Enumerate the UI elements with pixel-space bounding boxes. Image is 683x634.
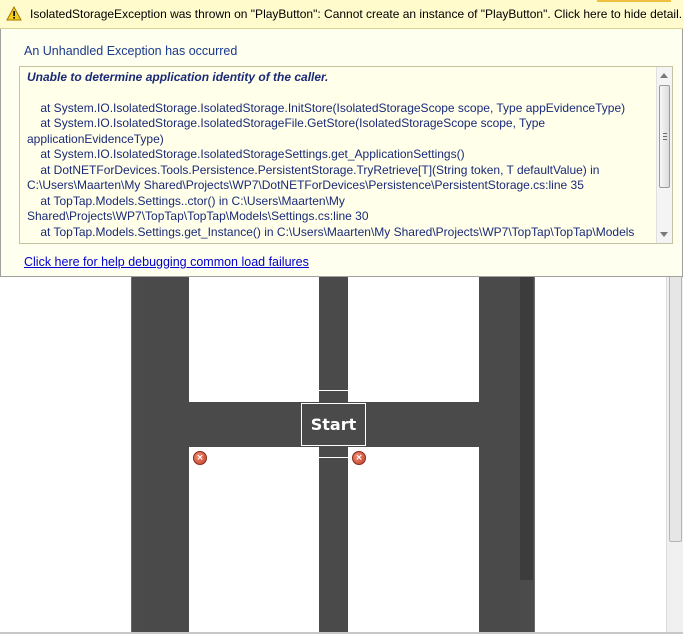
exception-infobar[interactable]: IsolatedStorageException was thrown on "… (0, 0, 683, 29)
tile-bottom-left[interactable] (189, 447, 319, 634)
start-button[interactable]: Start (301, 403, 366, 446)
grip-icon (663, 139, 667, 140)
tile-bottom-right[interactable] (348, 447, 479, 634)
trace-line: at System.IO.IsolatedStorage.IsolatedSto… (27, 100, 626, 115)
divider-top-left (319, 390, 348, 391)
grip-icon (663, 136, 667, 137)
detail-scrollbar[interactable] (656, 67, 672, 243)
trace-line: at System.IO.IsolatedStorage.IsolatedSto… (27, 147, 465, 161)
divider-bottom (319, 457, 348, 458)
exception-heading: An Unhandled Exception has occurred (24, 44, 238, 58)
grip-icon (663, 133, 667, 134)
trace-line: at TopTap.Models.Settings..ctor() in C:\… (27, 193, 369, 224)
phone-edge (520, 250, 533, 580)
delete-icon[interactable]: × (193, 451, 207, 465)
stack-trace: Unable to determine application identity… (27, 70, 653, 240)
scroll-up-icon[interactable] (660, 73, 668, 78)
exception-detail-panel: An Unhandled Exception has occurred Unab… (0, 29, 683, 277)
trace-line: at DotNETForDevices.Tools.Persistence.Pe… (27, 162, 603, 193)
designer-scrollbar[interactable] (666, 250, 683, 634)
exception-message: Unable to determine application identity… (27, 70, 329, 84)
detail-scrollbar-thumb[interactable] (659, 85, 670, 188)
designer-scrollbar-thumb[interactable] (669, 270, 682, 542)
trace-line: at TopTap.Models.Settings.get_Instance()… (27, 224, 635, 239)
warning-icon (6, 5, 22, 22)
help-debugging-link[interactable]: Click here for help debugging common loa… (24, 255, 309, 269)
trace-line: at System.IO.IsolatedStorage.IsolatedSto… (27, 116, 549, 146)
tab-highlight (597, 0, 671, 2)
delete-icon[interactable]: × (352, 451, 366, 465)
infobar-message[interactable]: IsolatedStorageException was thrown on "… (30, 7, 682, 21)
scroll-down-icon[interactable] (660, 232, 668, 237)
exception-detail-box[interactable]: Unable to determine application identity… (19, 66, 673, 244)
